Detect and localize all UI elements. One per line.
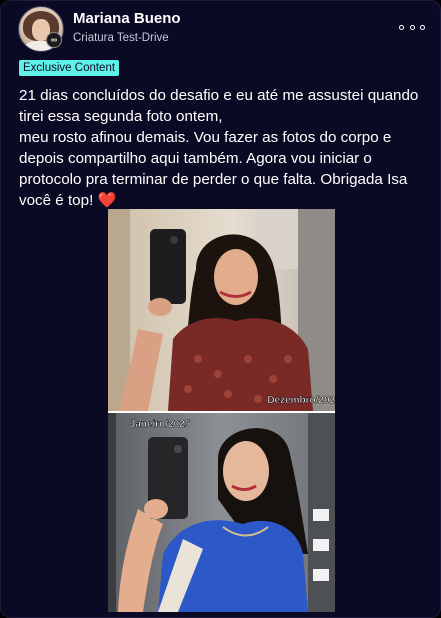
author-subtitle: Criatura Test-Drive — [73, 32, 169, 44]
post-card: Mariana Bueno Criatura Test-Drive Exclus… — [0, 0, 441, 618]
post-body: 21 dias concluídos do desafio e eu até m… — [19, 85, 427, 211]
post-text: 21 dias concluídos do desafio e eu até m… — [19, 87, 419, 209]
more-options-icon[interactable] — [399, 21, 425, 33]
photo-label-top: Dezembro/2024 — [267, 395, 335, 406]
infinity-badge-icon — [46, 32, 62, 48]
exclusive-content-badge: Exclusive Content — [19, 60, 120, 76]
photo-label-bottom: Janeiro/2025 — [130, 419, 191, 430]
post-photo[interactable]: Dezembro/2024 Janeiro/2025 — [108, 209, 335, 612]
heart-emoji-icon: ❤️ — [97, 192, 117, 209]
author-name[interactable]: Mariana Bueno — [73, 10, 181, 27]
